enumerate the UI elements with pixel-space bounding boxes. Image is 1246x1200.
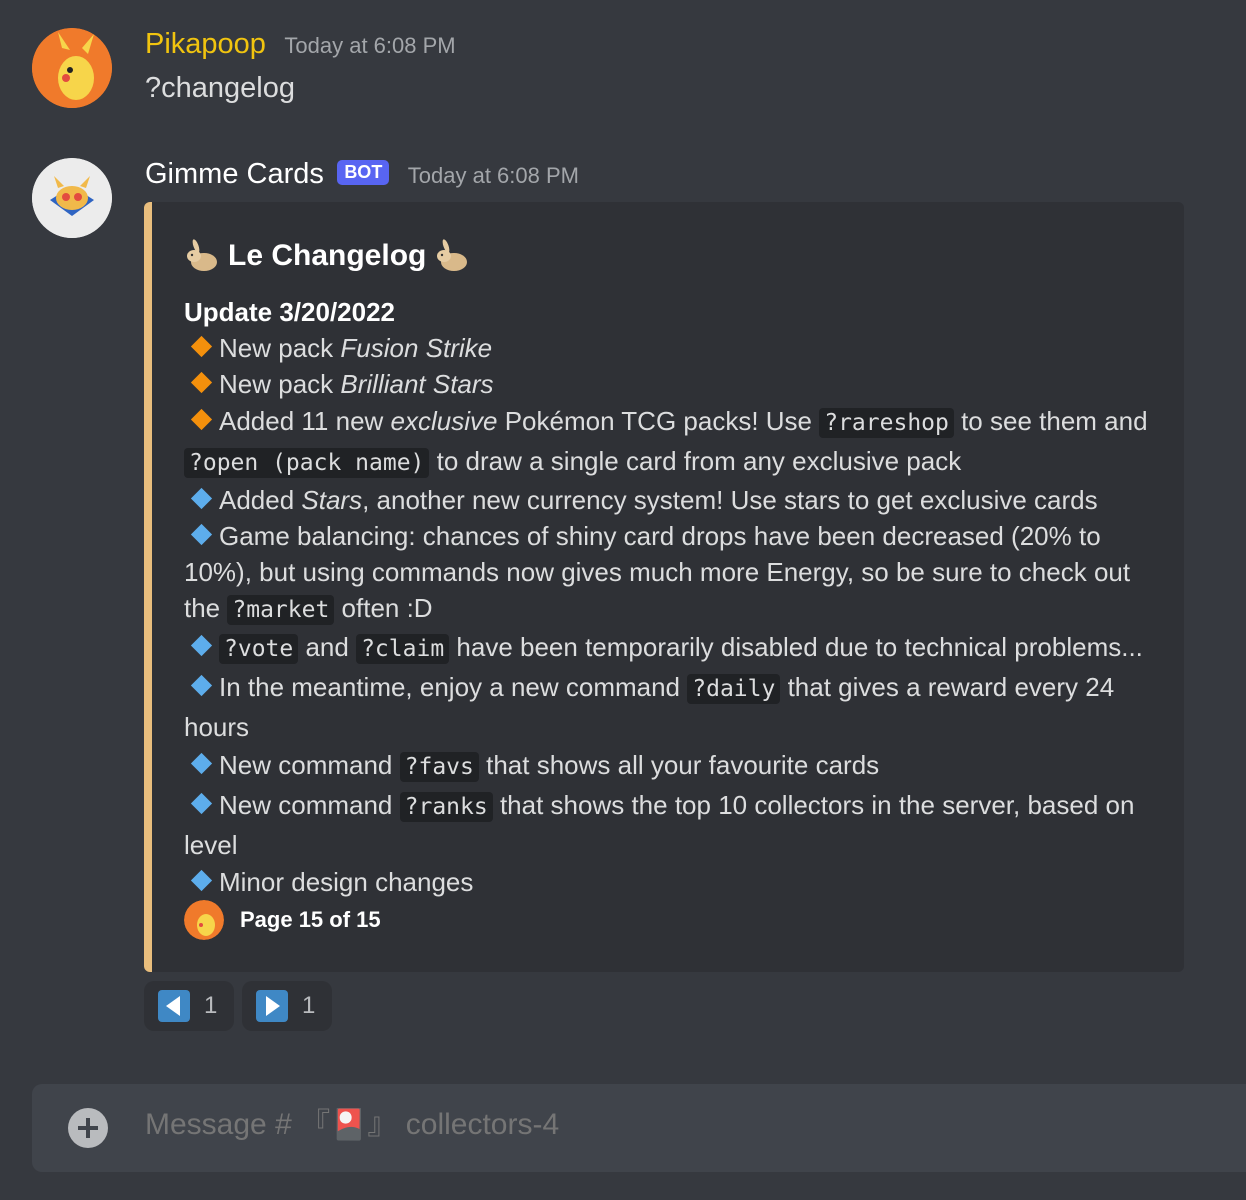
bot-badge: BOT <box>337 160 390 185</box>
blue-diamond-icon <box>190 792 213 815</box>
changelog-embed: Le Changelog Update 3/20/2022 New pack F… <box>144 202 1184 972</box>
list-item: Added Stars, another new currency system… <box>184 482 1159 518</box>
inline-code: ?open (pack name) <box>184 448 430 478</box>
arrow-forward-icon <box>256 990 288 1022</box>
pikachu-avatar-icon <box>32 28 112 108</box>
line-text: Stars <box>301 485 363 515</box>
blue-diamond-icon <box>190 523 213 546</box>
author-name[interactable]: Gimme Cards <box>145 158 324 190</box>
line-text: to draw a single card from any exclusive… <box>429 446 962 476</box>
orange-diamond-icon <box>190 408 213 431</box>
embed-title: Le Changelog <box>184 238 470 274</box>
blue-diamond-icon <box>190 487 213 510</box>
inline-code: ?vote <box>219 634 299 664</box>
line-text: often :D <box>334 593 433 623</box>
update-heading: Update 3/20/2022 <box>184 297 396 327</box>
line-text: Added <box>219 485 302 515</box>
embed-footer: Page 15 of 15 <box>184 900 381 940</box>
line-text: have been temporarily disabled due to te… <box>449 632 1143 662</box>
embed-title-text: Le Changelog <box>228 239 427 272</box>
message-input[interactable] <box>145 1108 1145 1142</box>
arrow-backward-icon <box>158 990 190 1022</box>
list-item: ?vote and ?claim have been temporarily d… <box>184 628 1159 668</box>
line-text: that shows all your favourite cards <box>478 750 880 780</box>
list-item: New pack Fusion Strike <box>184 330 1159 366</box>
inline-code: ?market <box>227 595 335 625</box>
line-text: New pack <box>219 369 341 399</box>
line-text: New command <box>219 790 400 820</box>
message-composer <box>32 1084 1246 1172</box>
message-text: ?changelog <box>145 72 295 104</box>
line-text: exclusive <box>390 406 498 436</box>
message-timestamp: Today at 6:08 PM <box>284 33 456 58</box>
list-item: New pack Brilliant Stars <box>184 366 1159 402</box>
line-text: Fusion Strike <box>340 333 493 363</box>
blue-diamond-icon <box>190 869 213 892</box>
line-text: In the meantime, enjoy a new command <box>219 672 688 702</box>
orange-diamond-icon <box>190 371 213 394</box>
list-item: In the meantime, enjoy a new command ?da… <box>184 668 1159 746</box>
footer-text: Page 15 of 15 <box>240 907 381 932</box>
plus-icon <box>78 1118 98 1138</box>
list-item: Minor design changes <box>184 864 1159 900</box>
orange-diamond-icon <box>190 335 213 358</box>
inline-code: ?ranks <box>399 792 493 822</box>
rabbit-icon <box>437 239 468 271</box>
user-avatar[interactable] <box>32 28 112 108</box>
add-attachment-button[interactable] <box>68 1108 108 1148</box>
reaction-count: 1 <box>204 992 218 1019</box>
line-text: New pack <box>219 333 341 363</box>
line-text: New command <box>219 750 400 780</box>
line-text: Brilliant Stars <box>340 369 494 399</box>
line-text: Added 11 new <box>219 406 391 436</box>
line-text: , another new currency system! Use stars… <box>362 485 1098 515</box>
embed-description: Update 3/20/2022 New pack Fusion Strike … <box>184 294 1159 900</box>
reaction-previous[interactable]: 1 <box>144 981 234 1031</box>
message-timestamp: Today at 6:08 PM <box>407 163 579 188</box>
line-text: to see them and <box>953 406 1148 436</box>
reaction-count: 1 <box>302 992 316 1019</box>
inline-code: ?rareshop <box>819 408 954 438</box>
blue-diamond-icon <box>190 752 213 775</box>
line-text: Minor design changes <box>219 867 474 897</box>
list-item: Game balancing: chances of shiny card dr… <box>184 518 1159 628</box>
blue-diamond-icon <box>190 674 213 697</box>
reaction-next[interactable]: 1 <box>242 981 332 1031</box>
line-text: and <box>298 632 357 662</box>
author-name[interactable]: Pikapoop <box>145 28 266 60</box>
list-item: New command ?favs that shows all your fa… <box>184 746 1159 786</box>
bot-mascot-icon <box>32 158 112 238</box>
list-item: New command ?ranks that shows the top 10… <box>184 786 1159 864</box>
blue-diamond-icon <box>190 634 213 657</box>
rabbit-icon <box>187 239 217 271</box>
inline-code: ?claim <box>356 634 450 664</box>
footer-avatar-icon <box>184 900 224 940</box>
inline-code: ?favs <box>399 752 479 782</box>
list-item: Added 11 new exclusive Pokémon TCG packs… <box>184 402 1159 482</box>
bot-avatar[interactable] <box>32 158 112 238</box>
inline-code: ?daily <box>687 674 781 704</box>
line-text: Pokémon TCG packs! Use <box>497 406 820 436</box>
